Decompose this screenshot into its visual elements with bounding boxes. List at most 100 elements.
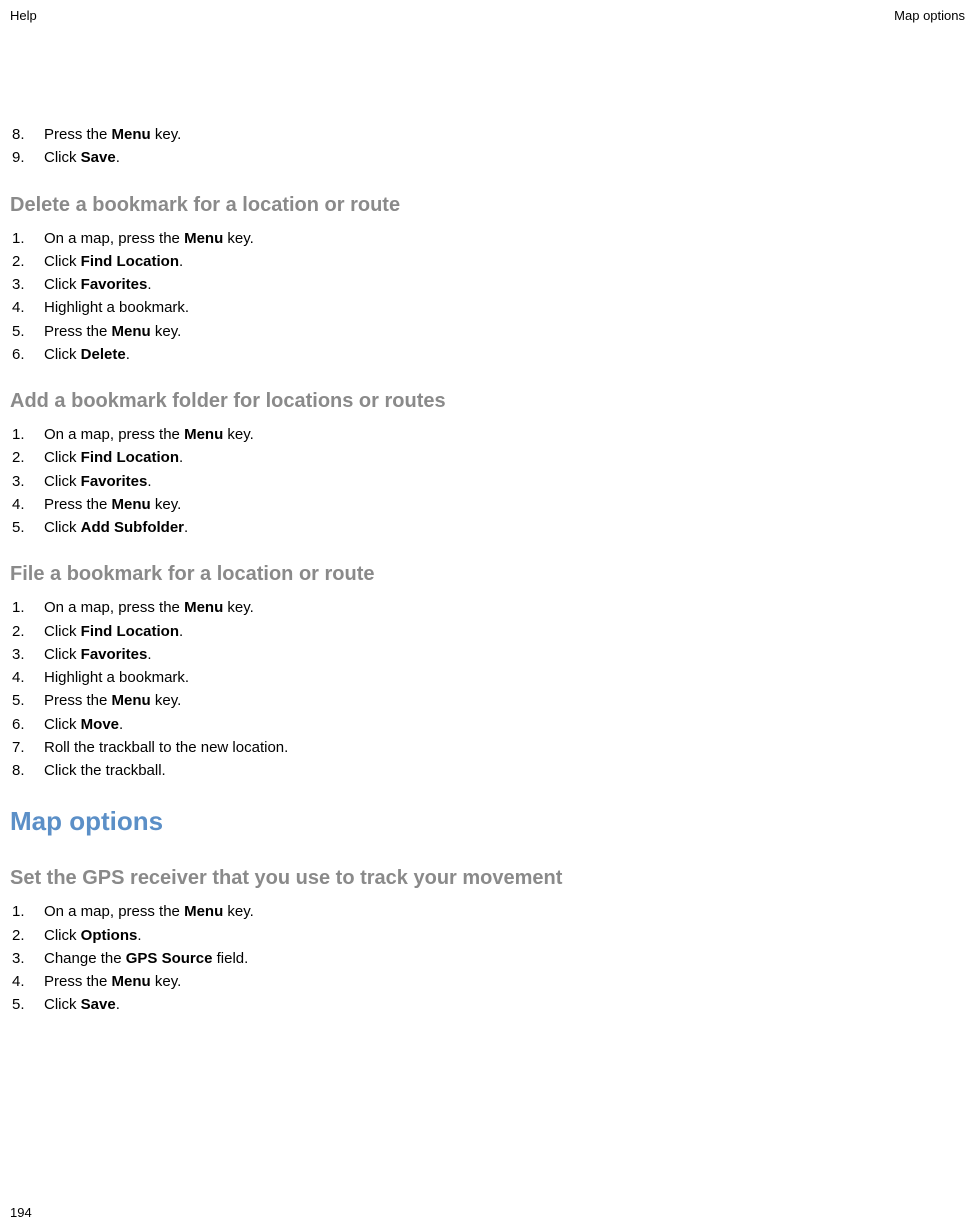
header-right: Map options bbox=[894, 8, 965, 23]
list-item-text: Click Save. bbox=[32, 146, 120, 169]
section4-list: 1.On a map, press the Menu key.2.Click O… bbox=[10, 900, 965, 1016]
bold-term: Menu bbox=[112, 126, 151, 143]
list-item-number: 8. bbox=[10, 759, 32, 782]
list-item: 5.Click Save. bbox=[10, 993, 965, 1016]
main-heading-map-options: Map options bbox=[10, 806, 965, 837]
list-item-number: 2. bbox=[10, 250, 32, 273]
list-item-text: Click Save. bbox=[32, 993, 120, 1016]
bold-term: Menu bbox=[184, 230, 223, 247]
list-item-number: 6. bbox=[10, 713, 32, 736]
bold-term: Find Location bbox=[81, 623, 179, 640]
list-item: 6.Click Delete. bbox=[10, 343, 965, 366]
list-item-text: Press the Menu key. bbox=[32, 123, 181, 146]
bold-term: Menu bbox=[112, 496, 151, 513]
list-item-number: 1. bbox=[10, 900, 32, 923]
bold-term: Move bbox=[81, 716, 119, 733]
list-item-text: Click Favorites. bbox=[32, 273, 152, 296]
list-item-number: 5. bbox=[10, 320, 32, 343]
bold-term: GPS Source bbox=[126, 950, 213, 967]
section2-list: 1.On a map, press the Menu key.2.Click F… bbox=[10, 423, 965, 539]
list-item-text: Press the Menu key. bbox=[32, 320, 181, 343]
bold-term: Find Location bbox=[81, 253, 179, 270]
list-item-number: 7. bbox=[10, 736, 32, 759]
section-title-delete-bookmark: Delete a bookmark for a location or rout… bbox=[10, 194, 965, 217]
list-item: 2.Click Find Location. bbox=[10, 620, 965, 643]
list-item-text: On a map, press the Menu key. bbox=[32, 900, 254, 923]
list-item-text: Click Options. bbox=[32, 924, 142, 947]
list-item-number: 3. bbox=[10, 947, 32, 970]
list-item: 8.Press the Menu key. bbox=[10, 123, 965, 146]
list-item-number: 6. bbox=[10, 343, 32, 366]
list-item: 5.Press the Menu key. bbox=[10, 689, 965, 712]
list-item-number: 5. bbox=[10, 993, 32, 1016]
list-item-number: 3. bbox=[10, 643, 32, 666]
list-item: 8.Click the trackball. bbox=[10, 759, 965, 782]
bold-term: Menu bbox=[112, 973, 151, 990]
bold-term: Find Location bbox=[81, 449, 179, 466]
list-item-text: Click Add Subfolder. bbox=[32, 516, 188, 539]
list-item-text: Press the Menu key. bbox=[32, 689, 181, 712]
list-item: 3.Change the GPS Source field. bbox=[10, 947, 965, 970]
bold-term: Add Subfolder bbox=[81, 519, 184, 536]
list-item-text: Roll the trackball to the new location. bbox=[32, 736, 288, 759]
list-item: 4.Highlight a bookmark. bbox=[10, 296, 965, 319]
list-item: 4.Press the Menu key. bbox=[10, 970, 965, 993]
section1-list: 1.On a map, press the Menu key.2.Click F… bbox=[10, 227, 965, 367]
list-item-text: On a map, press the Menu key. bbox=[32, 227, 254, 250]
list-item-number: 1. bbox=[10, 596, 32, 619]
page-number: 194 bbox=[10, 1205, 32, 1220]
list-item-number: 1. bbox=[10, 423, 32, 446]
top-list: 8.Press the Menu key.9.Click Save. bbox=[10, 123, 965, 170]
section-title-add-folder: Add a bookmark folder for locations or r… bbox=[10, 390, 965, 413]
list-item-number: 8. bbox=[10, 123, 32, 146]
list-item-text: Click Favorites. bbox=[32, 643, 152, 666]
bold-term: Menu bbox=[112, 692, 151, 709]
list-item: 3.Click Favorites. bbox=[10, 273, 965, 296]
list-item-number: 4. bbox=[10, 666, 32, 689]
list-item: 5.Click Add Subfolder. bbox=[10, 516, 965, 539]
list-item-text: Highlight a bookmark. bbox=[32, 666, 189, 689]
list-item-number: 9. bbox=[10, 146, 32, 169]
list-item-text: Press the Menu key. bbox=[32, 493, 181, 516]
list-item-number: 3. bbox=[10, 273, 32, 296]
bold-term: Options bbox=[81, 927, 138, 944]
list-item: 1.On a map, press the Menu key. bbox=[10, 596, 965, 619]
list-item-number: 3. bbox=[10, 470, 32, 493]
list-item: 2.Click Find Location. bbox=[10, 446, 965, 469]
bold-term: Delete bbox=[81, 346, 126, 363]
bold-term: Favorites bbox=[81, 276, 148, 293]
list-item-number: 2. bbox=[10, 446, 32, 469]
bold-term: Menu bbox=[184, 599, 223, 616]
list-item-number: 5. bbox=[10, 689, 32, 712]
bold-term: Menu bbox=[112, 323, 151, 340]
section-title-file-bookmark: File a bookmark for a location or route bbox=[10, 563, 965, 586]
bold-term: Favorites bbox=[81, 646, 148, 663]
bold-term: Menu bbox=[184, 426, 223, 443]
header-left: Help bbox=[10, 8, 37, 23]
list-item-text: Click Favorites. bbox=[32, 470, 152, 493]
list-item-text: Highlight a bookmark. bbox=[32, 296, 189, 319]
list-item-text: Change the GPS Source field. bbox=[32, 947, 248, 970]
bold-term: Favorites bbox=[81, 473, 148, 490]
list-item-text: Press the Menu key. bbox=[32, 970, 181, 993]
list-item: 3.Click Favorites. bbox=[10, 470, 965, 493]
bold-term: Save bbox=[81, 996, 116, 1013]
list-item: 6.Click Move. bbox=[10, 713, 965, 736]
list-item: 1.On a map, press the Menu key. bbox=[10, 423, 965, 446]
list-item-text: Click Find Location. bbox=[32, 250, 183, 273]
list-item-text: Click the trackball. bbox=[32, 759, 166, 782]
list-item-text: On a map, press the Menu key. bbox=[32, 596, 254, 619]
list-item-number: 2. bbox=[10, 924, 32, 947]
bold-term: Menu bbox=[184, 903, 223, 920]
list-item: 4.Press the Menu key. bbox=[10, 493, 965, 516]
page-header: Help Map options bbox=[10, 8, 965, 23]
list-item-number: 5. bbox=[10, 516, 32, 539]
list-item-number: 4. bbox=[10, 970, 32, 993]
list-item: 4.Highlight a bookmark. bbox=[10, 666, 965, 689]
list-item: 9.Click Save. bbox=[10, 146, 965, 169]
section-title-gps-receiver: Set the GPS receiver that you use to tra… bbox=[10, 867, 965, 890]
list-item: 3.Click Favorites. bbox=[10, 643, 965, 666]
list-item-number: 1. bbox=[10, 227, 32, 250]
list-item-text: Click Move. bbox=[32, 713, 123, 736]
list-item: 7.Roll the trackball to the new location… bbox=[10, 736, 965, 759]
